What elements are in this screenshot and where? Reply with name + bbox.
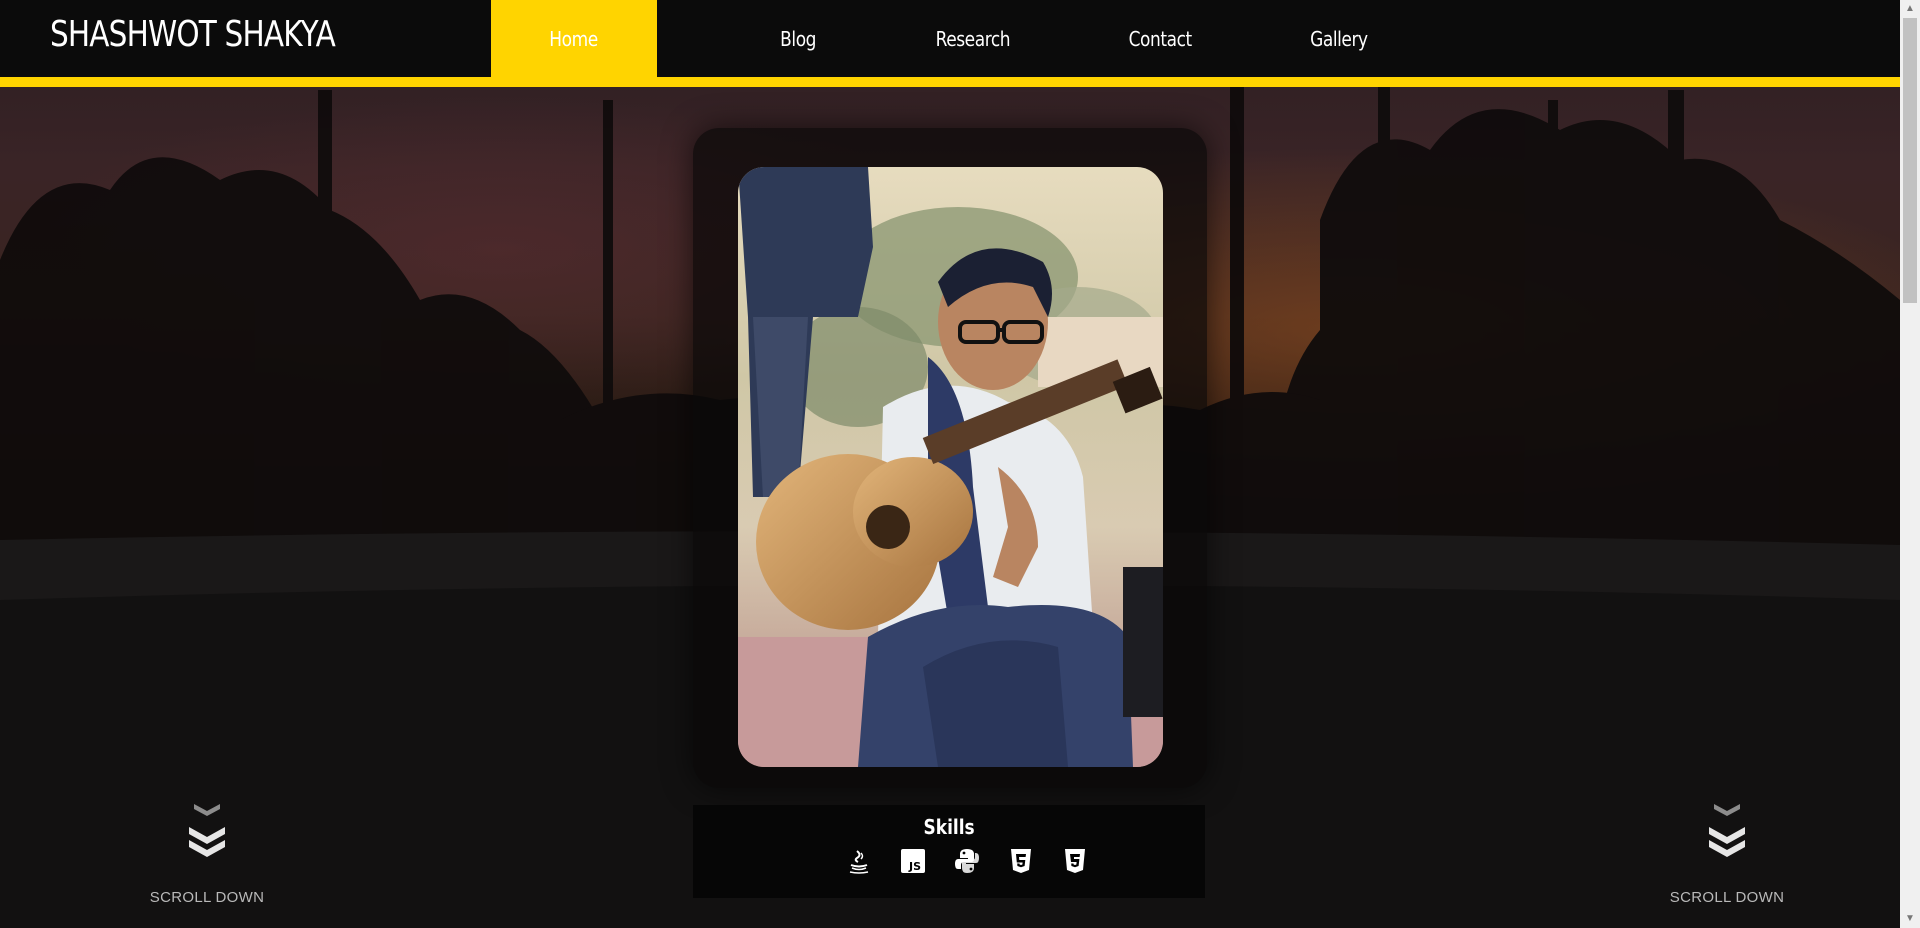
- scroll-down-label: SCROLL DOWN: [149, 889, 265, 906]
- nav-blog[interactable]: Blog: [730, 0, 866, 77]
- site-brand[interactable]: SHASHWOT SHAKYA: [50, 14, 336, 55]
- scroll-down-left[interactable]: SCROLL DOWN: [132, 800, 282, 910]
- css3-icon: [1065, 849, 1085, 873]
- scroll-up-arrow-icon[interactable]: ▲: [1903, 2, 1917, 16]
- scrollbar-thumb[interactable]: [1903, 18, 1917, 303]
- nav-research[interactable]: Research: [905, 0, 1041, 77]
- skills-panel: Skills JS: [693, 805, 1205, 898]
- chevron-down-icon: [1709, 804, 1745, 857]
- scroll-down-arrow-icon[interactable]: ▼: [1903, 912, 1917, 926]
- nav-home-label: Home: [549, 26, 599, 51]
- nav-research-label: Research: [935, 26, 1011, 51]
- nav-blog-label: Blog: [780, 26, 816, 51]
- skills-title: Skills: [923, 815, 975, 839]
- nav-gallery-label: Gallery: [1310, 26, 1368, 51]
- profile-photo: [738, 167, 1163, 767]
- python-icon: [955, 849, 979, 873]
- html5-icon: [1011, 849, 1031, 873]
- svg-text:JS: JS: [908, 860, 921, 873]
- scroll-down-right[interactable]: SCROLL DOWN: [1652, 800, 1802, 910]
- nav-gallery[interactable]: Gallery: [1271, 0, 1407, 77]
- javascript-icon: JS: [901, 849, 925, 873]
- header-accent-bar: [0, 77, 1900, 87]
- nav-contact[interactable]: Contact: [1092, 0, 1228, 77]
- nav-home[interactable]: Home: [491, 0, 657, 77]
- scroll-down-label: SCROLL DOWN: [1669, 889, 1785, 906]
- java-icon: [849, 850, 869, 874]
- nav-contact-label: Contact: [1128, 26, 1192, 51]
- chevron-down-icon: [189, 804, 225, 857]
